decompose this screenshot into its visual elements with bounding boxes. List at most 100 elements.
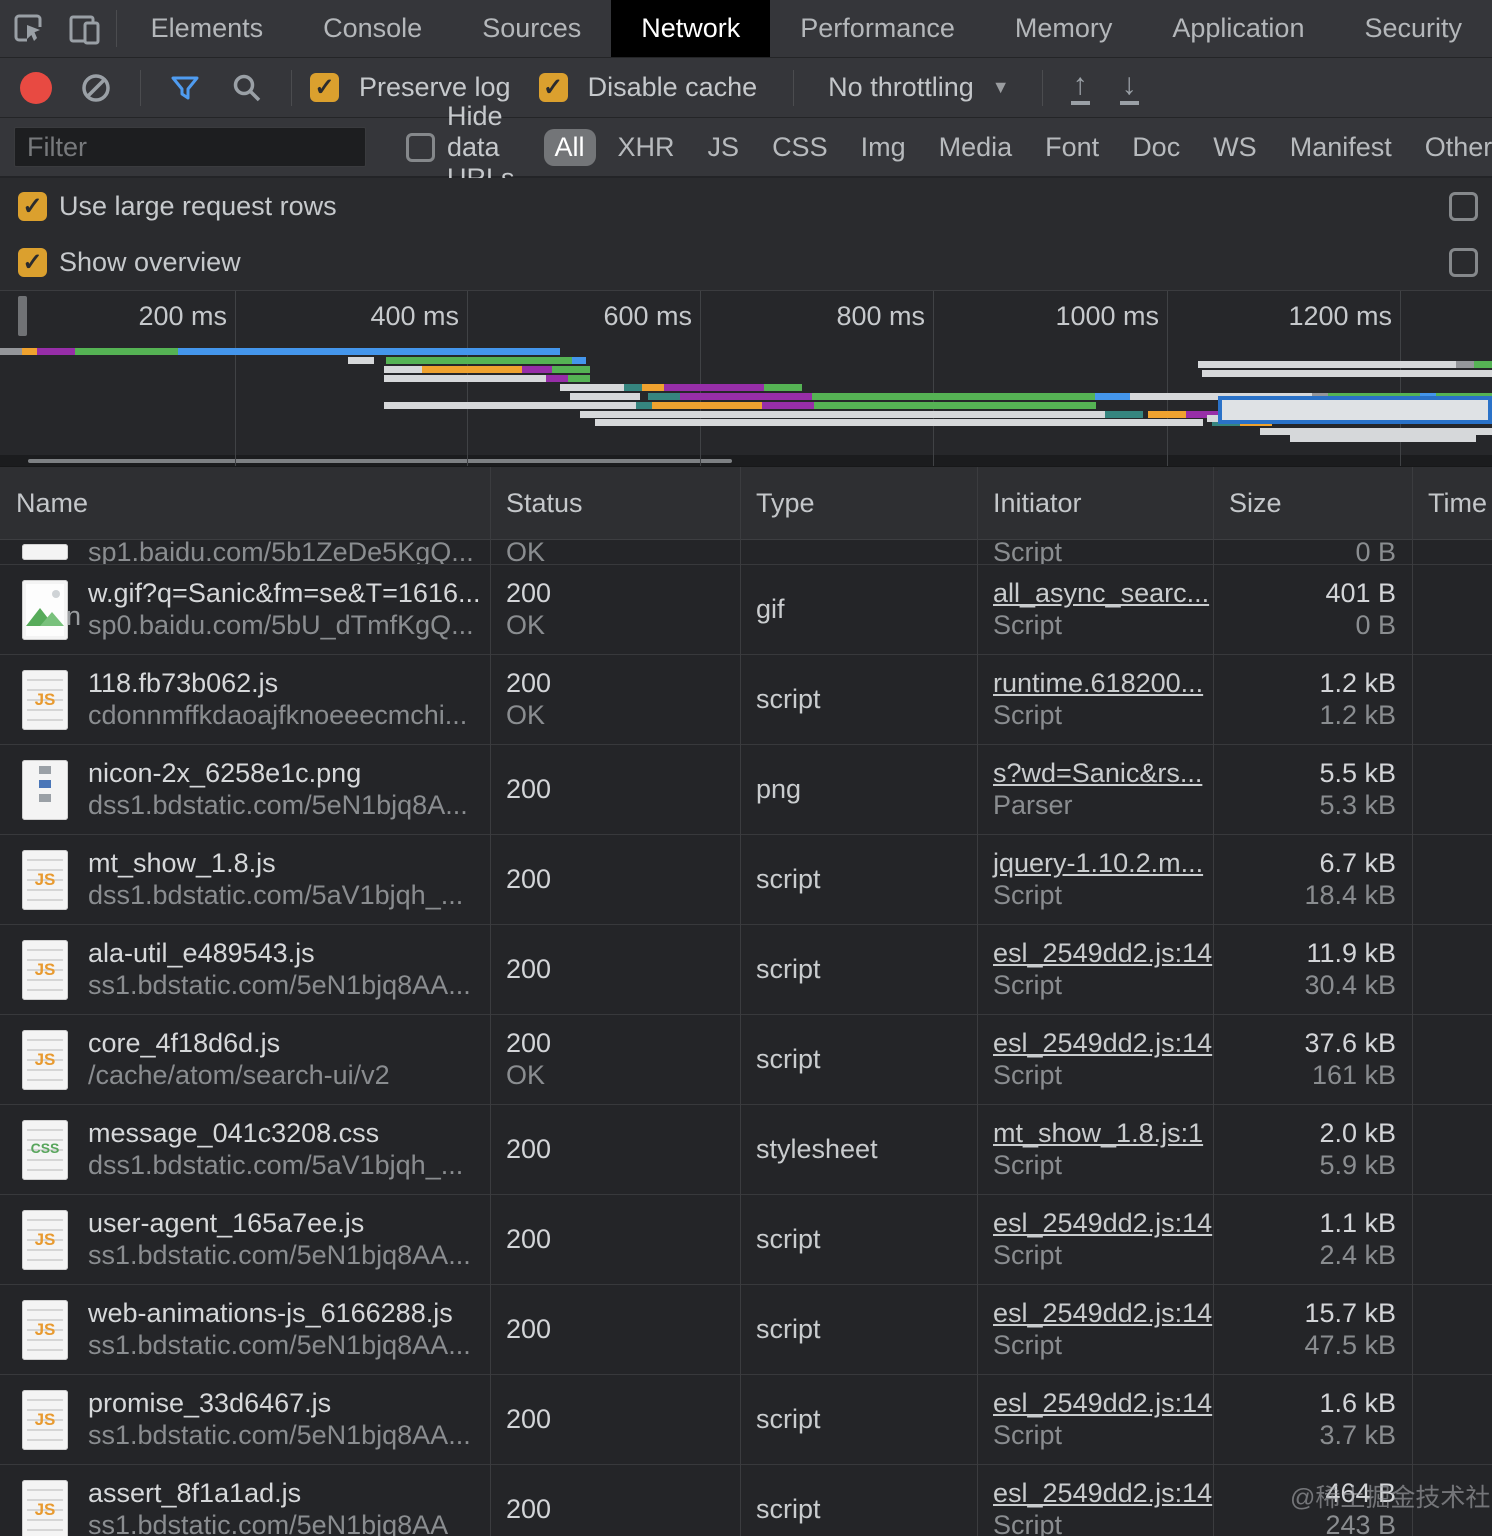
table-row[interactable]: JS promise_33d6467.js ss1.bdstatic.com/5eN… [0,1375,1492,1465]
request-name: web-animations-js_6166288.js [88,1298,453,1328]
size-resource: 161 kB [1311,1060,1396,1090]
column-header-time[interactable]: Time [1412,467,1492,539]
filter-input[interactable] [14,127,366,167]
type-filter-ws[interactable]: WS [1202,129,1268,166]
column-separator[interactable] [740,467,741,1536]
throttling-select[interactable]: No throttling [828,72,974,103]
table-row[interactable]: sp1.baidu.com/5b1ZeDe5KgQ... OK Script 0 B [0,540,1492,565]
initiator-link[interactable]: esl_2549dd2.js:14 [993,1478,1212,1508]
clear-icon[interactable] [76,68,116,108]
initiator-type: Script [993,700,1063,730]
tab-security[interactable]: Security [1334,0,1492,57]
tab-application[interactable]: Application [1142,0,1334,57]
preserve-log-checkbox[interactable]: ✓ [310,73,339,102]
column-separator[interactable] [977,467,978,1536]
group-by-frame-checkbox[interactable]: ✓ [1449,191,1478,221]
hide-data-urls-checkbox[interactable]: ✓ [406,132,435,162]
type-filter-media[interactable]: Media [928,129,1024,166]
disable-cache-checkbox[interactable]: ✓ [538,73,568,102]
initiator-cell: esl_2549dd2.js:14 Script [977,1465,1213,1536]
table-row[interactable]: nicon-2x_6258e1c.png dss1.bdstatic.com/5e… [0,745,1492,835]
waterfall-bar-segment [75,348,178,355]
waterfall-bar-segment [680,393,812,400]
tab-performance[interactable]: Performance [770,0,985,57]
type-filter-all[interactable]: All [543,128,596,166]
initiator-cell: esl_2549dd2.js:14 Script [977,1375,1213,1464]
table-row[interactable]: JS ala-util_e489543.js ss1.bdstatic.com/5e… [0,925,1492,1015]
column-header-name[interactable]: Name [0,467,490,539]
table-row[interactable]: n w.gif?q=Sanic&fm=se&T=1616... sp0.baidu.… [0,565,1492,655]
initiator-link[interactable]: esl_2549dd2.js:14 [993,1028,1212,1058]
table-row[interactable]: JS 118.fb73b062.js cdonnmffkdaoajfknoeeecm… [0,655,1492,745]
status-code: 200 [506,1404,552,1434]
size-resource: 5.3 kB [1319,790,1396,820]
type-filter-xhr[interactable]: XHR [607,129,686,166]
js-file-icon: JS [22,849,68,910]
size-cell: 15.7 kB 47.5 kB [1213,1285,1412,1374]
initiator-link[interactable]: runtime.618200... [993,668,1203,698]
inspect-element-icon[interactable] [0,0,56,57]
initiator-link[interactable]: esl_2549dd2.js:14 [993,1388,1212,1418]
initiator-link[interactable]: esl_2549dd2.js:14 [993,1208,1212,1238]
column-header-initiator[interactable]: Initiator [977,467,1213,539]
export-har-icon[interactable]: ↓ [1119,70,1139,105]
type-filter-manifest[interactable]: Manifest [1279,129,1403,166]
column-header-type[interactable]: Type [740,467,977,539]
column-header-size[interactable]: Size [1213,467,1412,539]
type-filter-other[interactable]: Other [1414,129,1492,166]
type-filter-css[interactable]: CSS [761,129,839,166]
waterfall-bar-segment [572,357,586,364]
size-cell: 1.6 kB 3.7 kB [1213,1375,1412,1464]
table-row[interactable]: JS assert_8f1a1ad.js ss1.bdstatic.com/5eN1… [0,1465,1492,1536]
request-url: ss1.bdstatic.com/5eN1bjq8AA... [88,1330,471,1360]
tab-memory[interactable]: Memory [985,0,1143,57]
timeline-gridline [700,291,701,466]
table-row[interactable]: CSS message_041c3208.css dss1.bdstatic.com… [0,1105,1492,1195]
initiator-link[interactable]: jquery-1.10.2.m... [993,848,1203,878]
type-filter-doc[interactable]: Doc [1121,129,1191,166]
type-cell: script [756,864,821,894]
tab-console[interactable]: Console [293,0,452,57]
name-cell: JS mt_show_1.8.js dss1.bdstatic.com/5aV1bj… [0,835,490,924]
status-cell: 200 OK [490,1015,740,1104]
tab-elements[interactable]: Elements [121,0,294,57]
tab-network[interactable]: Network [611,0,771,57]
chevron-down-icon[interactable]: ▼ [992,77,1010,98]
show-overview-checkbox[interactable]: ✓ [18,247,47,277]
initiator-link[interactable]: esl_2549dd2.js:14 [993,938,1212,968]
column-separator[interactable] [490,467,491,1536]
type-cell: script [756,1494,821,1524]
waterfall-bar-segment [812,393,1095,400]
type-filter-font[interactable]: Font [1034,129,1110,166]
waterfall-bar-segment [1260,428,1492,435]
device-toolbar-icon[interactable] [56,0,112,57]
overview-scroll-thumb[interactable] [28,459,732,463]
filter-icon[interactable] [165,68,205,108]
search-icon[interactable] [227,68,267,108]
initiator-link[interactable]: s?wd=Sanic&rs... [993,758,1202,788]
large-rows-checkbox[interactable]: ✓ [18,191,47,221]
initiator-link[interactable]: mt_show_1.8.js:1 [993,1118,1203,1148]
overview-scroll-strip[interactable] [0,455,1492,466]
column-header-status[interactable]: Status [490,467,740,539]
network-overview-timeline[interactable]: 200 ms 400 ms 600 ms 800 ms 1000 ms 1200 ms [0,290,1492,467]
record-button[interactable] [20,71,52,104]
table-row[interactable]: JS web-animations-js_6166288.js ss1.bdstat… [0,1285,1492,1375]
waterfall-bar-segment [22,348,37,355]
initiator-link[interactable]: all_async_searc... [993,578,1209,608]
column-separator[interactable] [1213,467,1214,1536]
type-filter-js[interactable]: JS [697,129,751,166]
column-separator[interactable] [1412,467,1413,1536]
status-code: 200 [506,954,552,984]
request-url: /cache/atom/search-ui/v2 [88,1060,390,1090]
request-url: dss1.bdstatic.com/5aV1bjqh_... [88,1150,464,1180]
table-row[interactable]: JS mt_show_1.8.js dss1.bdstatic.com/5aV1bj… [0,835,1492,925]
import-har-icon[interactable]: ↑ [1070,70,1090,105]
table-row[interactable]: JS core_4f18d6d.js/cache/atom/search-ui/v… [0,1015,1492,1105]
table-row[interactable]: JS user-agent_165a7ee.js ss1.bdstatic.com/… [0,1195,1492,1285]
initiator-link[interactable]: esl_2549dd2.js:14 [993,1298,1212,1328]
overview-resize-handle[interactable] [18,296,27,336]
type-filter-img[interactable]: Img [850,129,917,166]
capture-screenshots-checkbox[interactable]: ✓ [1449,247,1478,277]
tab-sources[interactable]: Sources [452,0,611,57]
